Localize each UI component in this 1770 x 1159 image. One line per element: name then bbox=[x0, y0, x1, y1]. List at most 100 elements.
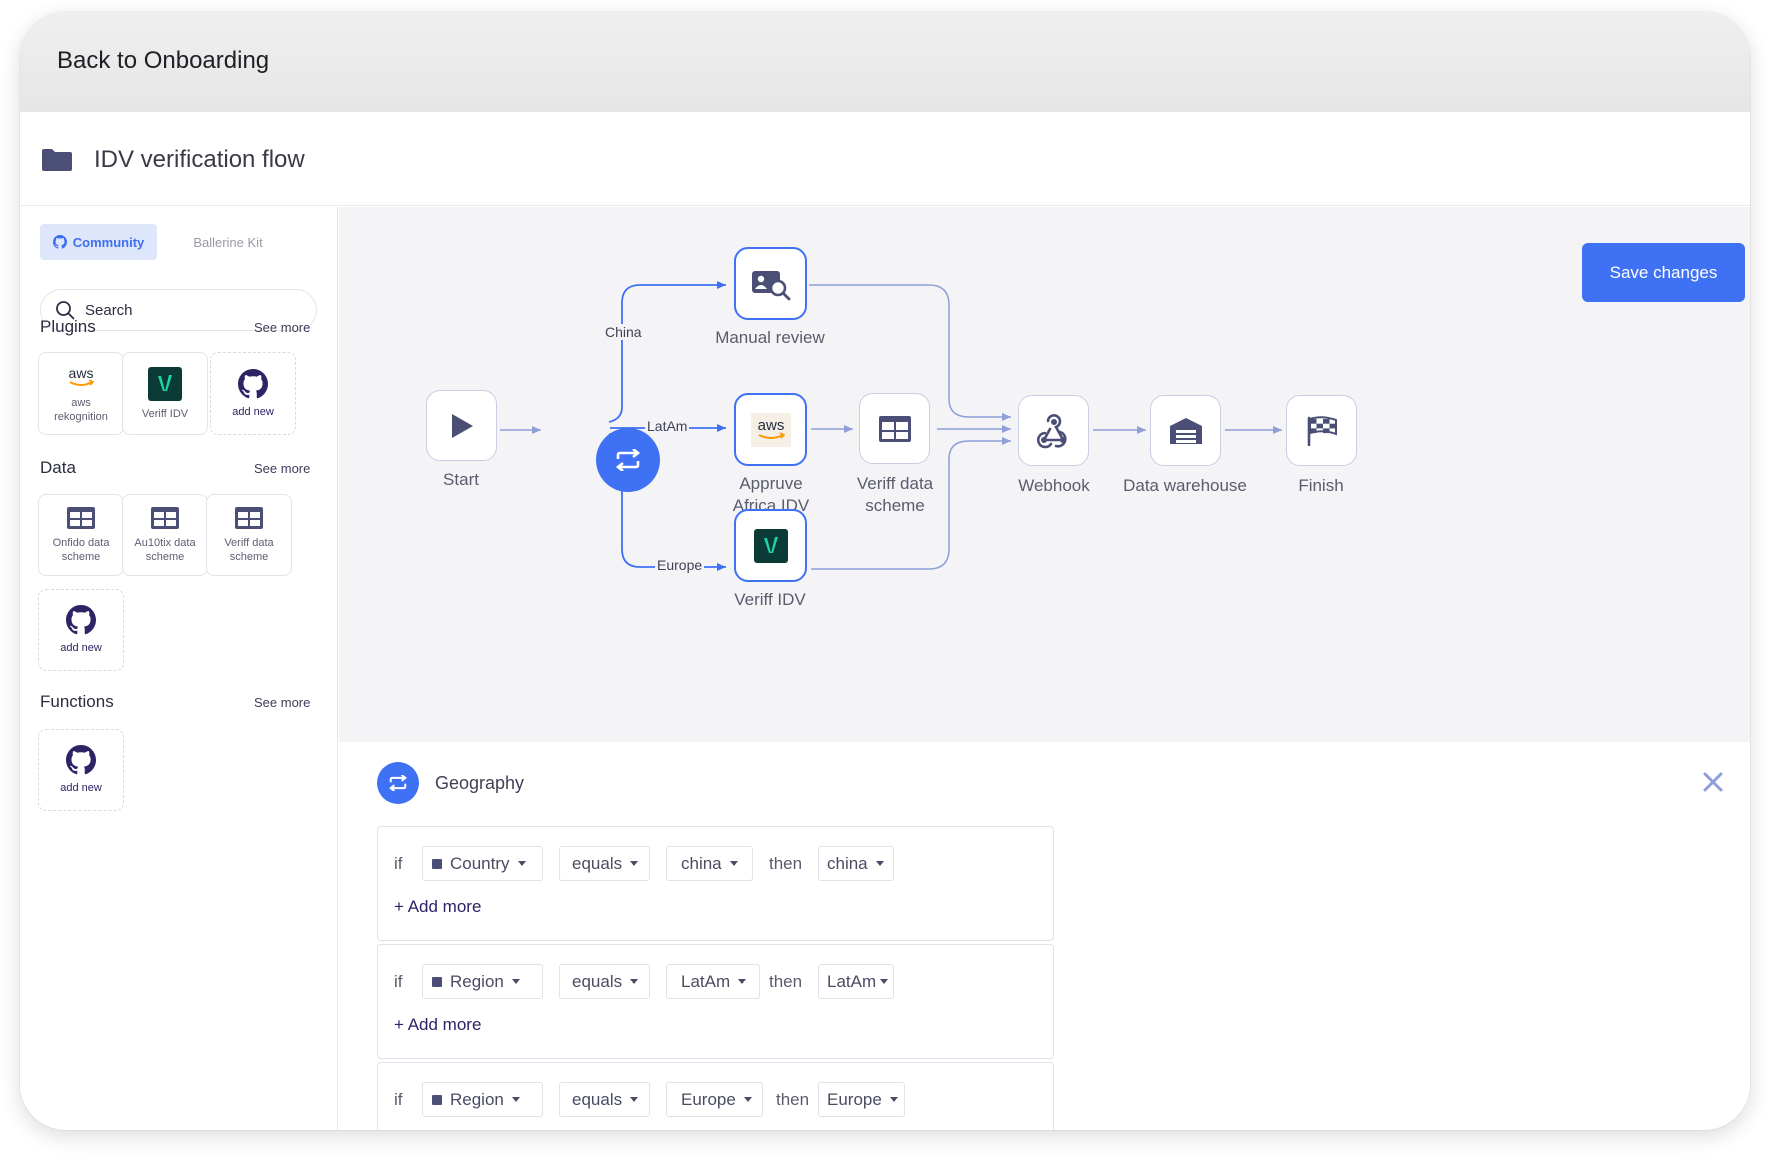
aws-icon: aws bbox=[750, 412, 791, 447]
geography-panel-icon bbox=[377, 762, 419, 804]
target-select[interactable]: Europe bbox=[818, 1082, 905, 1117]
data-card-add-new[interactable]: add new bbox=[38, 589, 124, 671]
data-card-label: Onfido data scheme bbox=[52, 537, 110, 563]
github-icon bbox=[66, 745, 96, 775]
value-select[interactable]: Europe bbox=[666, 1082, 763, 1117]
data-card-au10tix[interactable]: Au10tix data scheme bbox=[122, 494, 208, 576]
folder-icon bbox=[42, 149, 72, 171]
value-select-value: Europe bbox=[681, 1089, 736, 1109]
target-select-value: LatAm bbox=[827, 971, 877, 991]
node-manual-review[interactable] bbox=[734, 247, 807, 320]
function-card-add-new[interactable]: add new bbox=[38, 729, 124, 811]
data-card-veriff[interactable]: Veriff data scheme bbox=[206, 494, 292, 576]
plugin-card-add-new[interactable]: add new bbox=[210, 352, 296, 435]
edge-label-latam: LatAm bbox=[645, 418, 690, 434]
data-card-label: add new bbox=[60, 642, 102, 654]
data-see-more-link[interactable]: See more bbox=[254, 461, 310, 476]
warehouse-icon bbox=[1169, 417, 1202, 444]
flow-title: IDV verification flow bbox=[94, 146, 305, 173]
flow-canvas[interactable]: China LatAm Europe Save changes Start Ma… bbox=[339, 207, 1750, 742]
target-select[interactable]: china bbox=[818, 846, 894, 881]
field-select[interactable]: Region bbox=[422, 1082, 543, 1117]
edge-label-china: China bbox=[603, 324, 644, 340]
node-webhook[interactable] bbox=[1018, 395, 1089, 466]
tab-ballerine-kit-label: Ballerine Kit bbox=[193, 234, 263, 250]
geography-rules-panel: Geography if Country equals china then c… bbox=[339, 742, 1750, 1130]
sidebar: Community Ballerine Kit Plugins See more… bbox=[20, 207, 338, 1130]
edge-label-europe: Europe bbox=[655, 557, 705, 573]
field-type-icon bbox=[432, 858, 442, 869]
operator-select[interactable]: equals bbox=[559, 846, 650, 881]
veriff-icon bbox=[753, 528, 788, 563]
chevron-down-icon bbox=[875, 861, 884, 866]
veriff-icon bbox=[148, 366, 182, 401]
chevron-down-icon bbox=[889, 1097, 898, 1102]
close-icon[interactable] bbox=[1699, 768, 1727, 796]
chevron-down-icon bbox=[630, 979, 639, 984]
play-icon bbox=[451, 413, 473, 438]
repeat-icon bbox=[615, 449, 641, 471]
data-card-onfido[interactable]: Onfido data scheme bbox=[38, 494, 124, 576]
chevron-down-icon bbox=[630, 861, 639, 866]
plugin-card-veriff-idv[interactable]: Veriff IDV bbox=[122, 352, 208, 435]
add-more-button[interactable]: + Add more bbox=[394, 897, 481, 917]
table-icon bbox=[235, 507, 263, 529]
add-more-button[interactable]: + Add more bbox=[394, 1015, 481, 1035]
target-select-value: china bbox=[827, 853, 868, 873]
node-finish-label: Finish bbox=[1298, 476, 1344, 495]
plugin-card-label: add new bbox=[232, 405, 274, 418]
value-select[interactable]: china bbox=[666, 846, 753, 881]
save-changes-button[interactable]: Save changes bbox=[1582, 243, 1745, 302]
plugin-card-label: Veriff IDV bbox=[141, 407, 189, 420]
if-label: if bbox=[394, 972, 403, 991]
node-veriff-idv-label: Veriff IDV bbox=[734, 590, 806, 609]
node-veriff-data-scheme[interactable] bbox=[859, 393, 930, 464]
plugin-card-label: aws rekognition bbox=[54, 396, 108, 423]
rule-card: if Country equals china then china + Add… bbox=[377, 826, 1054, 941]
target-select-value: Europe bbox=[827, 1089, 882, 1109]
user-search-icon bbox=[751, 270, 790, 300]
target-select[interactable]: LatAm bbox=[818, 964, 894, 999]
data-card-label: Au10tix data scheme bbox=[134, 537, 196, 563]
node-start[interactable] bbox=[426, 390, 497, 461]
plugins-section-title: Plugins bbox=[40, 317, 96, 336]
operator-select-value: equals bbox=[572, 971, 623, 991]
back-to-onboarding-link[interactable]: Back to Onboarding bbox=[57, 47, 269, 75]
functions-see-more-link[interactable]: See more bbox=[254, 695, 310, 710]
field-select[interactable]: Country bbox=[422, 846, 543, 881]
node-finish[interactable] bbox=[1286, 395, 1357, 466]
field-type-icon bbox=[432, 1094, 442, 1105]
repeat-icon bbox=[389, 775, 407, 791]
search-input[interactable] bbox=[85, 301, 295, 319]
tab-ballerine-kit[interactable]: Ballerine Kit bbox=[168, 224, 288, 260]
field-type-icon bbox=[432, 976, 442, 987]
rule-row: if Region equals Europe then Europe bbox=[378, 1082, 1053, 1117]
field-select[interactable]: Region bbox=[422, 964, 543, 999]
node-webhook-label: Webhook bbox=[1018, 476, 1090, 495]
tab-community[interactable]: Community bbox=[40, 224, 157, 260]
table-icon bbox=[67, 507, 95, 529]
plugin-card-aws-rekognition[interactable]: aws aws rekognition bbox=[38, 352, 124, 435]
node-data-warehouse-label: Data warehouse bbox=[1123, 476, 1247, 495]
operator-select[interactable]: equals bbox=[559, 1082, 650, 1117]
plugins-see-more-link[interactable]: See more bbox=[254, 320, 310, 335]
node-data-warehouse[interactable] bbox=[1150, 395, 1221, 466]
node-appruve-africa-idv[interactable]: aws bbox=[734, 393, 807, 466]
aws-logo-text: aws bbox=[757, 417, 784, 434]
chevron-down-icon bbox=[630, 1097, 639, 1102]
chevron-down-icon bbox=[743, 1097, 752, 1102]
then-label: then bbox=[769, 854, 803, 873]
node-start-label: Start bbox=[443, 470, 479, 489]
operator-select[interactable]: equals bbox=[559, 964, 650, 999]
tab-community-label: Community bbox=[72, 234, 145, 250]
github-icon bbox=[238, 368, 268, 398]
github-icon bbox=[52, 235, 67, 249]
value-select-value: LatAm bbox=[681, 971, 731, 991]
node-veriff-data-scheme-label: Veriff data scheme bbox=[820, 473, 970, 517]
value-select[interactable]: LatAm bbox=[666, 964, 760, 999]
rule-row: if Country equals china then china bbox=[378, 846, 1053, 881]
node-veriff-idv[interactable] bbox=[734, 509, 807, 582]
node-geography-router[interactable] bbox=[596, 428, 660, 492]
chevron-down-icon bbox=[729, 861, 738, 866]
then-label: then bbox=[776, 1090, 810, 1109]
